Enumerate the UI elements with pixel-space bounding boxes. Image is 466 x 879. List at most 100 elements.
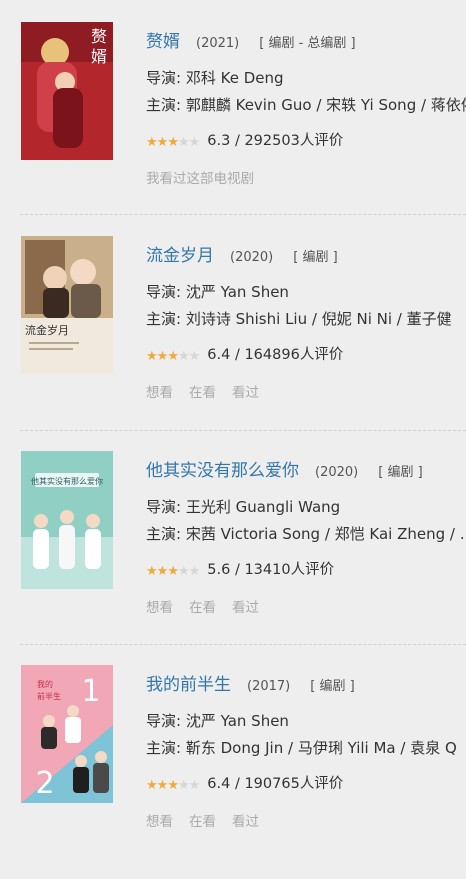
star-filled-icon: ★ bbox=[146, 349, 158, 364]
title-row: 他其实没有那么爱你 (2020) [ 编剧 ] bbox=[146, 459, 423, 485]
cast-link[interactable]: 刘诗诗 Shishi Liu bbox=[186, 310, 307, 328]
title-link[interactable]: 流金岁月 bbox=[146, 246, 214, 266]
director-line: 导演: 邓科 Ke Deng bbox=[146, 67, 284, 89]
svg-text:流金岁月: 流金岁月 bbox=[25, 323, 69, 337]
poster-image[interactable]: 流金岁月 bbox=[21, 236, 113, 374]
cast-link[interactable]: 郭麒麟 Kevin Guo bbox=[186, 96, 312, 114]
rating-line: ★★★★★ 6.3 / 292503人评价 bbox=[146, 130, 343, 154]
title-row: 赘婿 (2021) [ 编剧 - 总编剧 ] bbox=[146, 30, 356, 56]
rating-separator: / bbox=[230, 562, 245, 578]
want-to-watch-link[interactable]: 想看 bbox=[146, 814, 173, 830]
year-label: (2020) bbox=[230, 250, 274, 265]
rating-separator: / bbox=[230, 347, 245, 363]
want-to-watch-link[interactable]: 想看 bbox=[146, 600, 173, 616]
divider bbox=[20, 644, 466, 645]
director-link[interactable]: 沈严 Yan Shen bbox=[186, 712, 289, 730]
cast-link[interactable]: 袁泉 Q bbox=[410, 739, 457, 757]
svg-text:1: 1 bbox=[81, 674, 100, 709]
director-link[interactable]: 沈严 Yan Shen bbox=[186, 283, 289, 301]
star-empty-icon: ★ bbox=[188, 778, 201, 793]
star-filled-icon: ★ bbox=[167, 778, 179, 793]
title-link[interactable]: 他其实没有那么爱你 bbox=[146, 461, 299, 481]
cast-link[interactable]: 宋轶 Yi Song bbox=[326, 96, 416, 114]
star-rating: ★★★★★ bbox=[146, 346, 201, 368]
star-empty-icon: ★ bbox=[177, 135, 190, 150]
rating-line: ★★★★★ 5.6 / 13410人评价 bbox=[146, 559, 334, 583]
role-label: [ 编剧 - 总编剧 ] bbox=[259, 36, 356, 51]
year-label: (2020) bbox=[315, 465, 359, 480]
director-link[interactable]: 王光利 Guangli Wang bbox=[186, 498, 340, 516]
svg-text:婿: 婿 bbox=[91, 47, 107, 66]
want-to-watch-link[interactable]: 想看 bbox=[146, 385, 173, 401]
director-line: 导演: 王光利 Guangli Wang bbox=[146, 496, 340, 518]
status-line: 想看 在看 看过 bbox=[146, 597, 275, 619]
director-label: 导演: bbox=[146, 69, 182, 87]
star-filled-icon: ★ bbox=[146, 778, 158, 793]
title-link[interactable]: 赘婿 bbox=[146, 32, 180, 52]
title-row: 我的前半生 (2017) [ 编剧 ] bbox=[146, 673, 355, 699]
status-line: 想看 在看 看过 bbox=[146, 811, 275, 833]
star-rating: ★★★★★ bbox=[146, 561, 201, 583]
poster-image[interactable]: 我的 前半生 1 2 bbox=[21, 665, 113, 803]
watched-link[interactable]: 看过 bbox=[232, 600, 259, 616]
watched-link[interactable]: 看过 bbox=[232, 814, 259, 830]
poster-image[interactable]: 赘 婿 bbox=[21, 22, 113, 160]
rating-score: 6.4 bbox=[207, 776, 231, 792]
divider bbox=[20, 430, 466, 431]
cast-link[interactable]: 倪妮 Ni Ni bbox=[322, 310, 392, 328]
rating-score: 6.4 bbox=[207, 347, 231, 363]
rating-line: ★★★★★ 6.4 / 164896人评价 bbox=[146, 344, 343, 368]
rating-suffix: 人评价 bbox=[290, 562, 335, 578]
rating-suffix: 人评价 bbox=[299, 776, 344, 792]
cast-separator: / bbox=[445, 525, 460, 543]
cast-link[interactable]: 蒋依依 bbox=[431, 96, 466, 114]
star-empty-icon: ★ bbox=[177, 564, 190, 579]
svg-text:他其实没有那么爱你: 他其实没有那么爱你 bbox=[31, 476, 103, 486]
rating-votes: 13410 bbox=[244, 562, 291, 578]
star-filled-icon: ★ bbox=[167, 564, 179, 579]
status-line: 想看 在看 看过 bbox=[146, 382, 275, 404]
poster-artwork: 我的 前半生 1 2 bbox=[21, 665, 113, 803]
star-empty-icon: ★ bbox=[177, 778, 190, 793]
cast-link[interactable]: 马伊琍 Yili Ma bbox=[298, 739, 396, 757]
rating-suffix: 人评价 bbox=[299, 133, 344, 149]
list-item: 他其实没有那么爱你 他其实没有那么爱你 (2020) [ 编剧 ] 导演: 王光利 … bbox=[0, 451, 466, 665]
star-empty-icon: ★ bbox=[188, 564, 201, 579]
cast-link[interactable]: 郑恺 Kai Zheng bbox=[335, 525, 446, 543]
cast-separator: / bbox=[307, 310, 322, 328]
svg-text:我的: 我的 bbox=[37, 679, 53, 689]
role-label: [ 编剧 ] bbox=[293, 250, 338, 265]
rating-score: 6.3 bbox=[207, 133, 231, 149]
rating-line: ★★★★★ 6.4 / 190765人评价 bbox=[146, 773, 343, 797]
cast-separator: / bbox=[392, 310, 407, 328]
star-filled-icon: ★ bbox=[167, 349, 179, 364]
cast-label: 主演: bbox=[146, 96, 182, 114]
rating-votes: 190765 bbox=[244, 776, 300, 792]
rating-suffix: 人评价 bbox=[299, 347, 344, 363]
watched-status[interactable]: 我看过这部电视剧 bbox=[146, 171, 254, 187]
star-filled-icon: ★ bbox=[146, 564, 158, 579]
rating-votes: 164896 bbox=[244, 347, 300, 363]
watching-link[interactable]: 在看 bbox=[189, 600, 216, 616]
cast-label: 主演: bbox=[146, 525, 182, 543]
divider bbox=[20, 214, 466, 215]
watching-link[interactable]: 在看 bbox=[189, 814, 216, 830]
cast-line: 主演: 刘诗诗 Shishi Liu / 倪妮 Ni Ni / 董子健 bbox=[146, 308, 452, 330]
star-filled-icon: ★ bbox=[156, 778, 169, 793]
cast-link[interactable]: 宋茜 Victoria Song bbox=[186, 525, 320, 543]
cast-link[interactable]: 董子健 bbox=[407, 310, 452, 328]
rating-separator: / bbox=[230, 776, 245, 792]
director-link[interactable]: 邓科 Ke Deng bbox=[186, 69, 284, 87]
title-link[interactable]: 我的前半生 bbox=[146, 675, 231, 695]
star-empty-icon: ★ bbox=[188, 349, 201, 364]
poster-image[interactable]: 他其实没有那么爱你 bbox=[21, 451, 113, 589]
cast-link[interactable]: 靳东 Dong Jin bbox=[186, 739, 283, 757]
star-filled-icon: ★ bbox=[167, 135, 179, 150]
list-item: 赘 婿 赘婿 (2021)[ 编剧 - 总编剧 ] 导演: 邓科 Ke Deng … bbox=[0, 22, 466, 236]
cast-link[interactable]: … bbox=[460, 525, 466, 543]
cast-separator: / bbox=[416, 96, 431, 114]
watched-link[interactable]: 看过 bbox=[232, 385, 259, 401]
role-label: [ 编剧 ] bbox=[378, 465, 423, 480]
cast-separator: / bbox=[283, 739, 298, 757]
watching-link[interactable]: 在看 bbox=[189, 385, 216, 401]
